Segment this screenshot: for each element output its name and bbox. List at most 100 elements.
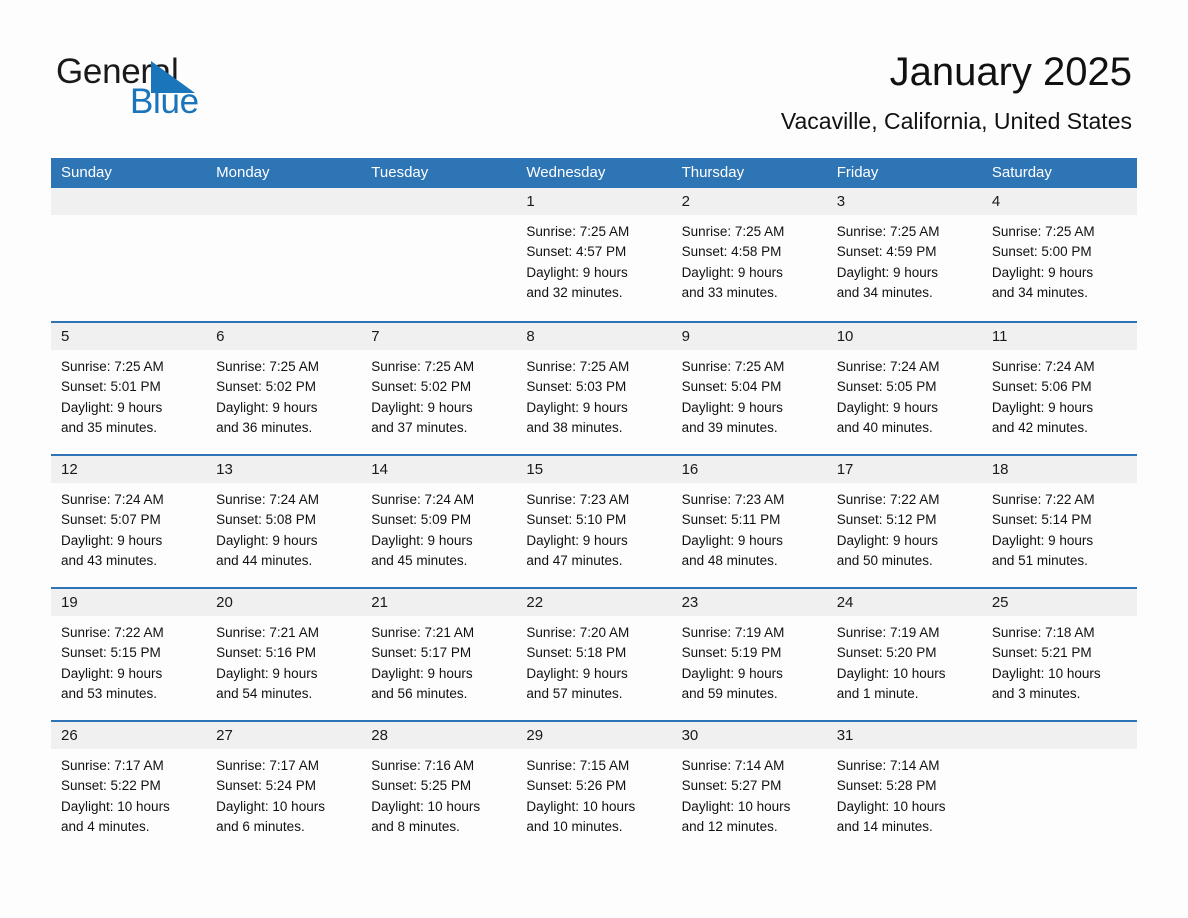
calendar-day-cell[interactable]: 2 Sunrise: 7:25 AM Sunset: 4:58 PM Daylight… xyxy=(671,188,827,321)
sunrise-text: Sunrise: 7:25 AM xyxy=(526,224,630,239)
calendar-day-cell[interactable]: 3 Sunrise: 7:25 AM Sunset: 4:59 PM Daylight… xyxy=(826,188,982,321)
day-number-band: 29 xyxy=(516,722,672,749)
sunrise-text: Sunrise: 7:21 AM xyxy=(371,625,475,640)
sunset-text: Sunset: 5:06 PM xyxy=(991,379,1092,395)
calendar-day-cell[interactable]: 13 Sunrise: 7:24 AM Sunset: 5:08 PM Dayligh… xyxy=(206,456,362,587)
calendar-day-cell[interactable]: 28 Sunrise: 7:16 AM Sunset: 5:25 PM Dayligh… xyxy=(361,722,517,853)
daylight-text-line1: Daylight: 9 hours xyxy=(526,264,628,280)
calendar-day-cell[interactable]: 1 Sunrise: 7:25 AM Sunset: 4:57 PM Daylight… xyxy=(516,188,672,321)
calendar-day-cell[interactable]: 12 Sunrise: 7:24 AM Sunset: 5:07 PM Dayligh… xyxy=(51,456,207,587)
daylight-text-line1: Daylight: 9 hours xyxy=(526,665,628,681)
title-block: January 2025 Vacaville, California, Unit… xyxy=(781,48,1132,135)
daylight-text-line2: and 51 minutes. xyxy=(991,552,1088,568)
day-details: Sunrise: 7:21 AM Sunset: 5:17 PM Daylight:… xyxy=(361,616,516,704)
daylight-text-line2: and 59 minutes. xyxy=(681,685,778,701)
sunrise-text: Sunrise: 7:19 AM xyxy=(836,625,940,640)
day-number: 1 xyxy=(526,193,535,210)
sunset-text: Sunset: 5:20 PM xyxy=(836,645,937,661)
sunrise-text: Sunrise: 7:20 AM xyxy=(526,625,630,640)
day-number-band: 24 xyxy=(826,589,982,616)
day-number: 9 xyxy=(681,328,690,345)
calendar-day-cell[interactable]: 15 Sunrise: 7:23 AM Sunset: 5:10 PM Dayligh… xyxy=(516,456,672,587)
daylight-text-line2: and 53 minutes. xyxy=(61,685,158,701)
calendar-day-cell[interactable]: 4 Sunrise: 7:25 AM Sunset: 5:00 PM Daylight… xyxy=(981,188,1137,321)
calendar-day-cell[interactable]: 24 Sunrise: 7:19 AM Sunset: 5:20 PM Dayligh… xyxy=(826,589,982,720)
calendar-day-cell[interactable]: 8 Sunrise: 7:25 AM Sunset: 5:03 PM Daylight… xyxy=(516,323,672,454)
calendar-day-cell[interactable]: 11 Sunrise: 7:24 AM Sunset: 5:06 PM Dayligh… xyxy=(981,323,1137,454)
daylight-text-line2: and 37 minutes. xyxy=(371,419,468,435)
calendar-grid: Sunday Monday Tuesday Wednesday Thursday Frid… xyxy=(51,158,1137,853)
day-number-band: 30 xyxy=(671,722,827,749)
calendar-day-cell[interactable]: 20 Sunrise: 7:21 AM Sunset: 5:16 PM Dayligh… xyxy=(206,589,362,720)
calendar-day-cell[interactable]: 9 Sunrise: 7:25 AM Sunset: 5:04 PM Daylight… xyxy=(671,323,827,454)
calendar-day-cell[interactable]: 19 Sunrise: 7:22 AM Sunset: 5:15 PM Dayligh… xyxy=(51,589,207,720)
daylight-text-line2: and 38 minutes. xyxy=(526,419,623,435)
sunrise-text: Sunrise: 7:25 AM xyxy=(681,359,785,374)
weekday-header-wednesday: Wednesday xyxy=(526,164,606,181)
day-number-band: 27 xyxy=(206,722,362,749)
day-number-band: 7 xyxy=(361,323,517,350)
daylight-text-line1: Daylight: 9 hours xyxy=(681,399,783,415)
sunrise-text: Sunrise: 7:14 AM xyxy=(681,758,785,773)
calendar-day-cell[interactable]: 27 Sunrise: 7:17 AM Sunset: 5:24 PM Dayligh… xyxy=(206,722,362,853)
sunrise-text: Sunrise: 7:24 AM xyxy=(371,492,475,507)
calendar-day-cell[interactable]: 16 Sunrise: 7:23 AM Sunset: 5:11 PM Dayligh… xyxy=(671,456,827,587)
calendar-day-cell[interactable]: 17 Sunrise: 7:22 AM Sunset: 5:12 PM Dayligh… xyxy=(826,456,982,587)
day-number-band: 26 xyxy=(51,722,207,749)
sunset-text: Sunset: 5:02 PM xyxy=(371,379,472,395)
day-number-band xyxy=(51,188,207,215)
daylight-text-line2: and 57 minutes. xyxy=(526,685,623,701)
calendar-day-cell[interactable]: 25 Sunrise: 7:18 AM Sunset: 5:21 PM Dayligh… xyxy=(981,589,1137,720)
daylight-text-line1: Daylight: 9 hours xyxy=(61,665,163,681)
calendar-day-cell[interactable]: 29 Sunrise: 7:15 AM Sunset: 5:26 PM Dayligh… xyxy=(516,722,672,853)
daylight-text-line2: and 1 minute. xyxy=(836,685,919,701)
sunset-text: Sunset: 5:05 PM xyxy=(836,379,937,395)
calendar-week-row: 26 Sunrise: 7:17 AM Sunset: 5:22 PM Dayligh… xyxy=(51,720,1137,853)
day-details: Sunrise: 7:24 AM Sunset: 5:08 PM Daylight:… xyxy=(206,483,361,571)
sunset-text: Sunset: 5:10 PM xyxy=(526,512,627,528)
page-title: January 2025 xyxy=(889,50,1132,94)
day-number-band: 9 xyxy=(671,323,827,350)
weekday-header-thursday: Thursday xyxy=(681,164,745,181)
day-details: Sunrise: 7:14 AM Sunset: 5:27 PM Daylight:… xyxy=(672,749,827,837)
calendar-day-cell[interactable]: 21 Sunrise: 7:21 AM Sunset: 5:17 PM Dayligh… xyxy=(361,589,517,720)
calendar-day-cell[interactable]: 10 Sunrise: 7:24 AM Sunset: 5:05 PM Dayligh… xyxy=(826,323,982,454)
sunset-text: Sunset: 5:16 PM xyxy=(216,645,316,661)
calendar-day-cell[interactable]: 5 Sunrise: 7:25 AM Sunset: 5:01 PM Daylight… xyxy=(51,323,207,454)
day-number: 18 xyxy=(991,461,1009,478)
daylight-text-line2: and 33 minutes. xyxy=(681,284,778,300)
day-details: Sunrise: 7:17 AM Sunset: 5:22 PM Daylight:… xyxy=(51,749,206,837)
daylight-text-line2: and 14 minutes. xyxy=(836,818,933,834)
calendar-day-cell[interactable]: 18 Sunrise: 7:22 AM Sunset: 5:14 PM Dayligh… xyxy=(981,456,1137,587)
calendar-day-cell[interactable]: 23 Sunrise: 7:19 AM Sunset: 5:19 PM Dayligh… xyxy=(671,589,827,720)
calendar-day-cell[interactable]: 30 Sunrise: 7:14 AM Sunset: 5:27 PM Dayligh… xyxy=(671,722,827,853)
day-number: 12 xyxy=(61,461,78,478)
calendar-day-cell[interactable]: 6 Sunrise: 7:25 AM Sunset: 5:02 PM Daylight… xyxy=(206,323,362,454)
daylight-text-line1: Daylight: 9 hours xyxy=(371,532,473,548)
daylight-text-line2: and 4 minutes. xyxy=(61,818,150,834)
daylight-text-line2: and 56 minutes. xyxy=(371,685,468,701)
day-number-band: 5 xyxy=(51,323,207,350)
day-number: 28 xyxy=(371,727,388,744)
day-number-band: 1 xyxy=(516,188,672,215)
calendar-day-cell[interactable]: 22 Sunrise: 7:20 AM Sunset: 5:18 PM Dayligh… xyxy=(516,589,672,720)
sunrise-text: Sunrise: 7:25 AM xyxy=(371,359,475,374)
day-number: 16 xyxy=(681,461,699,478)
day-details: Sunrise: 7:14 AM Sunset: 5:28 PM Daylight:… xyxy=(827,749,982,837)
sunset-text: Sunset: 5:26 PM xyxy=(526,778,627,794)
calendar-day-cell[interactable]: 26 Sunrise: 7:17 AM Sunset: 5:22 PM Dayligh… xyxy=(51,722,207,853)
weekday-header-saturday: Saturday xyxy=(991,164,1052,181)
day-number: 15 xyxy=(526,461,544,478)
day-details: Sunrise: 7:15 AM Sunset: 5:26 PM Daylight:… xyxy=(516,749,671,837)
day-details: Sunrise: 7:19 AM Sunset: 5:19 PM Daylight:… xyxy=(672,616,827,704)
calendar-day-cell[interactable]: 14 Sunrise: 7:24 AM Sunset: 5:09 PM Dayligh… xyxy=(361,456,517,587)
location-subtitle: Vacaville, California, United States xyxy=(780,108,1132,134)
day-details: Sunrise: 7:24 AM Sunset: 5:09 PM Daylight:… xyxy=(361,483,516,571)
daylight-text-line1: Daylight: 9 hours xyxy=(681,665,783,681)
sunrise-text: Sunrise: 7:25 AM xyxy=(991,224,1095,239)
day-number-band: 25 xyxy=(981,589,1137,616)
sunrise-text: Sunrise: 7:17 AM xyxy=(61,758,164,773)
calendar-day-cell[interactable]: 31 Sunrise: 7:14 AM Sunset: 5:28 PM Dayligh… xyxy=(826,722,982,853)
calendar-day-cell[interactable]: 7 Sunrise: 7:25 AM Sunset: 5:02 PM Daylight… xyxy=(361,323,517,454)
sunset-text: Sunset: 5:21 PM xyxy=(991,645,1092,661)
